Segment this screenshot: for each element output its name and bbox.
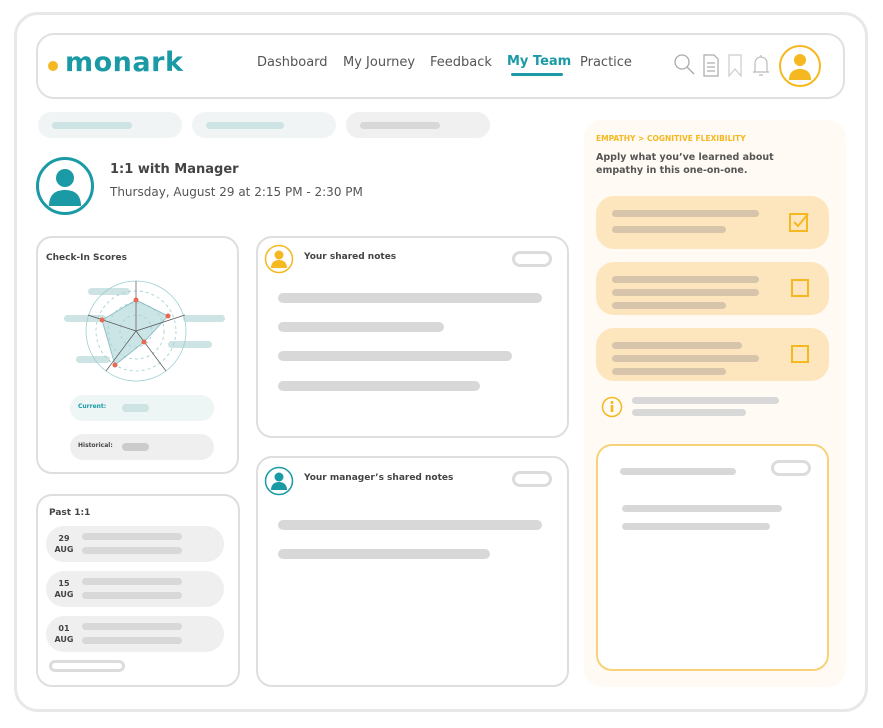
shared-notes-toggle[interactable]	[512, 251, 552, 267]
checkin-card: Check-In Scores Current: Historical:	[36, 236, 239, 474]
bookmark-icon[interactable]	[728, 54, 742, 78]
avatar-icon[interactable]	[778, 44, 822, 88]
shared-notes-card: Your shared notes	[256, 236, 569, 438]
manager-avatar-icon	[36, 157, 94, 215]
logo[interactable]: monark	[65, 47, 183, 78]
historical-label: Historical:	[78, 442, 113, 449]
shared-notes-title: Your shared notes	[304, 252, 397, 262]
manager-avatar-icon	[264, 466, 294, 496]
info-icon	[601, 396, 623, 418]
nav-dashboard[interactable]: Dashboard	[257, 55, 328, 70]
past-month: AUG	[54, 545, 74, 554]
breadcrumb: EMPATHY > COGNITIVE FLEXIBILITY	[596, 134, 746, 143]
past-day: 29	[58, 534, 70, 543]
view-more-button[interactable]	[49, 660, 125, 672]
reflection-box[interactable]	[596, 444, 829, 671]
manager-notes-title: Your manager’s shared notes	[304, 473, 454, 483]
past-day: 01	[58, 624, 70, 633]
past-row[interactable]: 29 AUG	[46, 526, 224, 562]
past-row[interactable]: 01 AUG	[46, 616, 224, 652]
nav-feedback[interactable]: Feedback	[430, 55, 492, 70]
past-row[interactable]: 15 AUG	[46, 571, 224, 607]
nav-my-journey[interactable]: My Journey	[343, 55, 415, 70]
manager-notes-card: Your manager’s shared notes	[256, 456, 569, 687]
past-day: 15	[58, 579, 70, 588]
search-icon[interactable]	[674, 54, 695, 75]
nav-my-team[interactable]: My Team	[507, 54, 571, 69]
current-score-row: Current:	[70, 395, 214, 421]
panel-prompt: Apply what you’ve learned about empathy …	[596, 152, 774, 176]
header-icons	[674, 54, 769, 78]
radar-chart	[64, 280, 225, 382]
nav-practice[interactable]: Practice	[580, 55, 632, 70]
checkbox-icon[interactable]	[791, 279, 809, 297]
past-month: AUG	[54, 635, 74, 644]
past-title: Past 1:1	[49, 508, 91, 518]
reflection-toggle[interactable]	[771, 460, 811, 476]
filter-pill-2[interactable]	[192, 112, 336, 138]
filter-pill-3[interactable]	[346, 112, 490, 138]
filter-pill-1[interactable]	[38, 112, 182, 138]
task-item[interactable]	[596, 196, 829, 249]
document-icon[interactable]	[703, 54, 719, 77]
checkbox-icon[interactable]	[791, 345, 809, 363]
meeting-datetime: Thursday, August 29 at 2:15 PM - 2:30 PM	[110, 185, 363, 199]
task-item[interactable]	[596, 262, 829, 315]
manager-notes-toggle[interactable]	[512, 471, 552, 487]
checked-checkbox-icon[interactable]	[789, 211, 811, 233]
active-tab-indicator	[511, 73, 563, 76]
checkin-title: Check-In Scores	[46, 253, 127, 263]
logo-dot	[48, 61, 58, 71]
current-label: Current:	[78, 403, 107, 410]
bell-icon[interactable]	[753, 55, 769, 76]
meeting-title: 1:1 with Manager	[110, 162, 239, 177]
task-item[interactable]	[596, 328, 829, 381]
user-avatar-icon	[264, 244, 294, 274]
historical-score-row: Historical:	[70, 434, 214, 460]
past-month: AUG	[54, 590, 74, 599]
